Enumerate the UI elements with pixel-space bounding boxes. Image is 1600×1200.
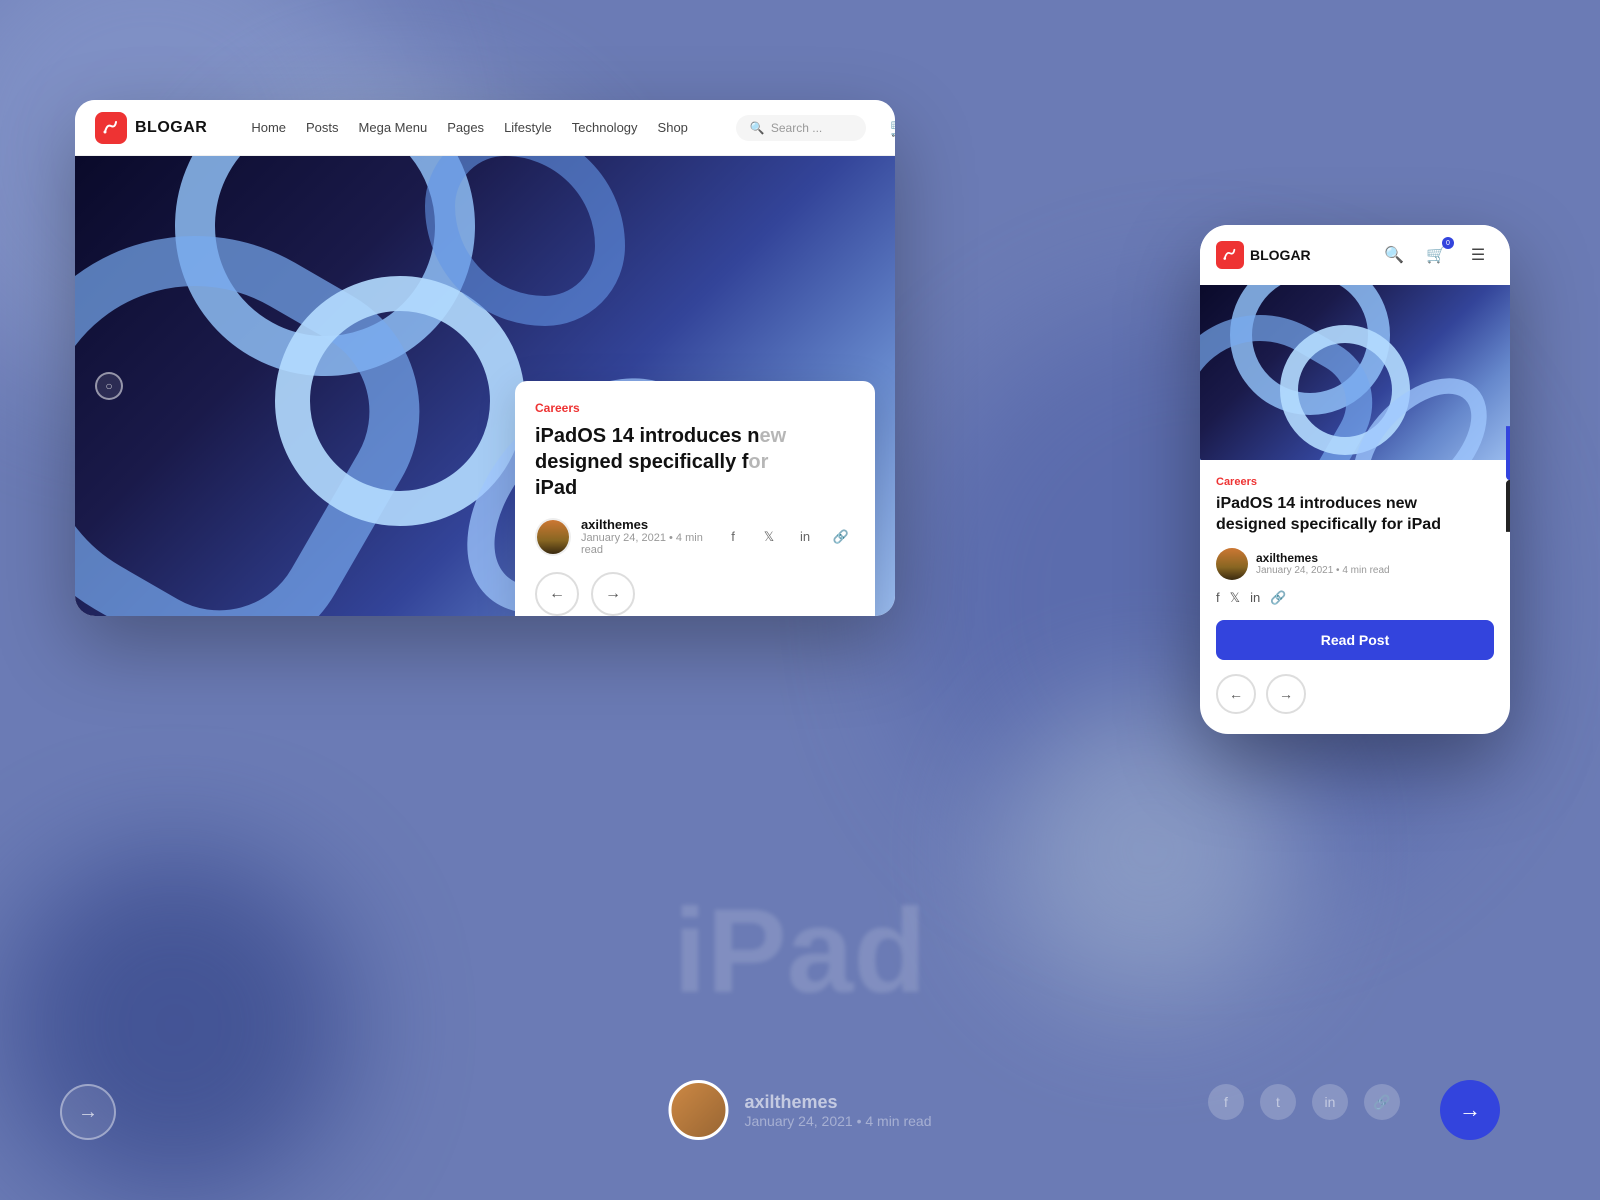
- mobile-mockup: BLOGAR 🔍 🛒 0 ☰ Careers iPadOS 14 introdu…: [1200, 225, 1510, 734]
- desktop-post-card: Careers iPadOS 14 introduces newdesigned…: [515, 381, 875, 616]
- mobile-nav-arrows: ← →: [1216, 674, 1494, 718]
- mobile-linkedin-icon[interactable]: in: [1250, 590, 1260, 606]
- desktop-navbar: BLOGAR Home Posts Mega Menu Pages Lifest…: [75, 100, 895, 156]
- link-icon[interactable]: 🔗: [827, 523, 855, 551]
- mobile-author-name: axilthemes: [1256, 551, 1390, 565]
- bg-facebook-icon: f: [1208, 1084, 1244, 1120]
- nav-posts[interactable]: Posts: [306, 120, 339, 135]
- post-author-left: axilthemes January 24, 2021 • 4 min read: [535, 517, 719, 556]
- nav-pages[interactable]: Pages: [447, 120, 484, 135]
- linkedin-icon[interactable]: in: [791, 523, 819, 551]
- mobile-cart-badge: 0: [1442, 237, 1454, 249]
- mobile-author-meta: January 24, 2021 • 4 min read: [1256, 565, 1390, 576]
- nav-shop[interactable]: Shop: [658, 120, 688, 135]
- prev-arrow-button[interactable]: ←: [535, 572, 579, 616]
- bg-twitter-icon: t: [1260, 1084, 1296, 1120]
- background-social-icons: f t in 🔗: [1208, 1084, 1400, 1120]
- mobile-author-details: axilthemes January 24, 2021 • 4 min read: [1256, 551, 1390, 576]
- desktop-search-bar[interactable]: 🔍 Search ...: [736, 115, 866, 141]
- bg-prev-arrow[interactable]: →: [60, 1084, 116, 1140]
- background-bottom-content: axilthemes January 24, 2021 • 4 min read: [668, 1080, 931, 1140]
- next-arrow-button[interactable]: →: [591, 572, 635, 616]
- author-meta: January 24, 2021 • 4 min read: [581, 532, 719, 556]
- mobile-hero: [1200, 285, 1510, 460]
- bg-linkedin-icon: in: [1312, 1084, 1348, 1120]
- desktop-nav-arrows: ← →: [535, 572, 855, 616]
- bg-shape-4: [0, 850, 350, 1200]
- theme-dark-button[interactable]: DARK: [1506, 480, 1510, 532]
- theme-toggle: LIGHT DARK: [1506, 426, 1510, 532]
- mobile-post-title: iPadOS 14 introduces newdesigned specifi…: [1216, 494, 1494, 536]
- background-text: iPad: [673, 882, 926, 1020]
- mobile-prev-arrow[interactable]: ←: [1216, 674, 1256, 714]
- mobile-facebook-icon[interactable]: f: [1216, 590, 1220, 606]
- read-post-button[interactable]: Read Post: [1216, 620, 1494, 660]
- bg-author-date: January 24, 2021 • 4 min read: [744, 1113, 931, 1129]
- bg-author-avatar: [668, 1080, 728, 1140]
- desktop-hero: ○ Careers iPadOS 14 introduces newdesign…: [75, 156, 895, 616]
- desktop-cart[interactable]: 🛒 0: [890, 112, 895, 144]
- nav-home[interactable]: Home: [251, 120, 286, 135]
- bg-author-name: axilthemes: [744, 1092, 931, 1113]
- mobile-author-avatar: [1216, 548, 1248, 580]
- mobile-post-content: Careers iPadOS 14 introduces newdesigned…: [1200, 460, 1510, 734]
- desktop-logo[interactable]: BLOGAR: [95, 112, 207, 144]
- facebook-icon[interactable]: f: [719, 523, 747, 551]
- theme-light-button[interactable]: LIGHT: [1506, 426, 1510, 480]
- search-icon: 🔍: [750, 121, 765, 135]
- desktop-mockup: BLOGAR Home Posts Mega Menu Pages Lifest…: [75, 100, 895, 616]
- author-name: axilthemes: [581, 517, 719, 532]
- desktop-nav-links: Home Posts Mega Menu Pages Lifestyle Tec…: [251, 120, 688, 135]
- bg-link-icon: 🔗: [1364, 1084, 1400, 1120]
- mobile-post-category: Careers: [1216, 476, 1494, 488]
- author-avatar: [535, 518, 571, 556]
- mobile-social-row: f 𝕏 in 🔗: [1216, 590, 1494, 606]
- bg-shape-5: [1000, 700, 1300, 1000]
- hero-nav-dot[interactable]: ○: [95, 372, 123, 400]
- post-category: Careers: [535, 401, 855, 415]
- mobile-menu-icon[interactable]: ☰: [1462, 239, 1494, 271]
- twitter-icon[interactable]: 𝕏: [755, 523, 783, 551]
- cart-icon: 🛒: [890, 117, 895, 138]
- nav-mega-menu[interactable]: Mega Menu: [359, 120, 428, 135]
- desktop-logo-text: BLOGAR: [135, 119, 207, 137]
- search-placeholder: Search ...: [771, 121, 822, 135]
- mobile-hero-bg: [1200, 285, 1510, 460]
- post-author-row: axilthemes January 24, 2021 • 4 min read…: [535, 517, 855, 556]
- mobile-next-arrow[interactable]: →: [1266, 674, 1306, 714]
- mobile-link-icon[interactable]: 🔗: [1270, 590, 1286, 606]
- author-details: axilthemes January 24, 2021 • 4 min read: [581, 517, 719, 556]
- mobile-navbar: BLOGAR 🔍 🛒 0 ☰: [1200, 225, 1510, 285]
- mobile-logo[interactable]: BLOGAR: [1216, 241, 1311, 269]
- mobile-twitter-icon[interactable]: 𝕏: [1230, 590, 1240, 606]
- mobile-author-row: axilthemes January 24, 2021 • 4 min read: [1216, 548, 1494, 580]
- nav-technology[interactable]: Technology: [572, 120, 638, 135]
- nav-lifestyle[interactable]: Lifestyle: [504, 120, 552, 135]
- mobile-cart-icon[interactable]: 🛒 0: [1420, 239, 1452, 271]
- bg-next-arrow[interactable]: →: [1440, 1080, 1500, 1140]
- mobile-logo-text: BLOGAR: [1250, 247, 1311, 263]
- bg-author-info: axilthemes January 24, 2021 • 4 min read: [744, 1092, 931, 1129]
- post-social-icons: f 𝕏 in 🔗: [719, 523, 855, 551]
- mobile-logo-icon: [1216, 241, 1244, 269]
- mobile-search-icon[interactable]: 🔍: [1378, 239, 1410, 271]
- post-title: iPadOS 14 introduces newdesigned specifi…: [535, 423, 855, 501]
- mobile-nav-icons: 🔍 🛒 0 ☰: [1378, 239, 1494, 271]
- desktop-logo-icon: [95, 112, 127, 144]
